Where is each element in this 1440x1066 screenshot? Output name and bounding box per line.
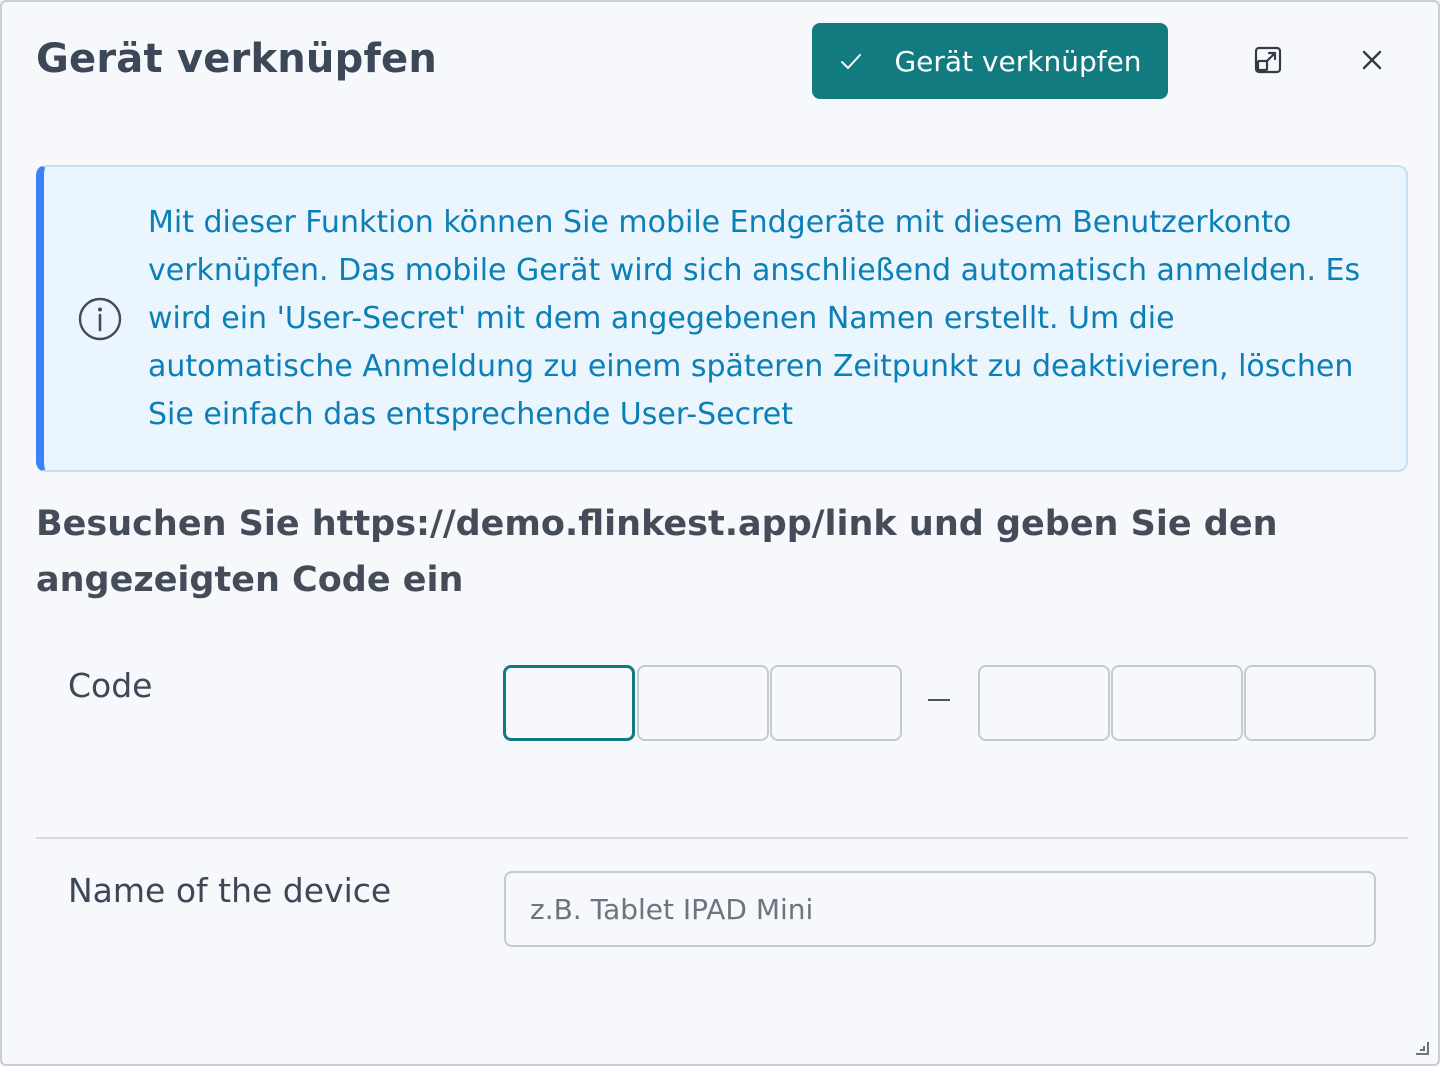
info-message: Mit dieser Funktion können Sie mobile En… — [36, 165, 1408, 472]
link-device-button-label: Gerät verknüpfen — [894, 44, 1142, 78]
maximize-button[interactable] — [1246, 40, 1290, 84]
close-icon — [1361, 49, 1383, 75]
close-button[interactable] — [1350, 40, 1394, 84]
dialog-title: Gerät verknüpfen — [36, 36, 438, 82]
code-digit-1[interactable] — [503, 665, 635, 741]
code-digit-6[interactable] — [1244, 665, 1376, 741]
link-instruction: Besuchen Sie https://demo.flinkest.app/l… — [36, 504, 1278, 600]
device-name-input[interactable] — [504, 871, 1376, 947]
code-digit-2[interactable] — [637, 665, 769, 741]
divider — [36, 837, 1408, 839]
resize-handle-icon[interactable] — [1412, 1038, 1430, 1056]
code-digit-4[interactable] — [978, 665, 1110, 741]
code-digit-3[interactable] — [770, 665, 902, 741]
link-device-button[interactable]: Gerät verknüpfen — [812, 23, 1168, 99]
device-name-label: Name of the device — [68, 871, 392, 910]
info-icon — [78, 297, 122, 341]
check-icon — [838, 48, 864, 74]
link-device-dialog: Gerät verknüpfen Gerät verknüpfen Mit di… — [0, 0, 1440, 1066]
code-separator — [928, 699, 950, 701]
code-digit-5[interactable] — [1111, 665, 1243, 741]
maximize-icon — [1253, 45, 1283, 79]
code-label: Code — [68, 666, 153, 705]
info-text: Mit dieser Funktion können Sie mobile En… — [148, 205, 1361, 432]
